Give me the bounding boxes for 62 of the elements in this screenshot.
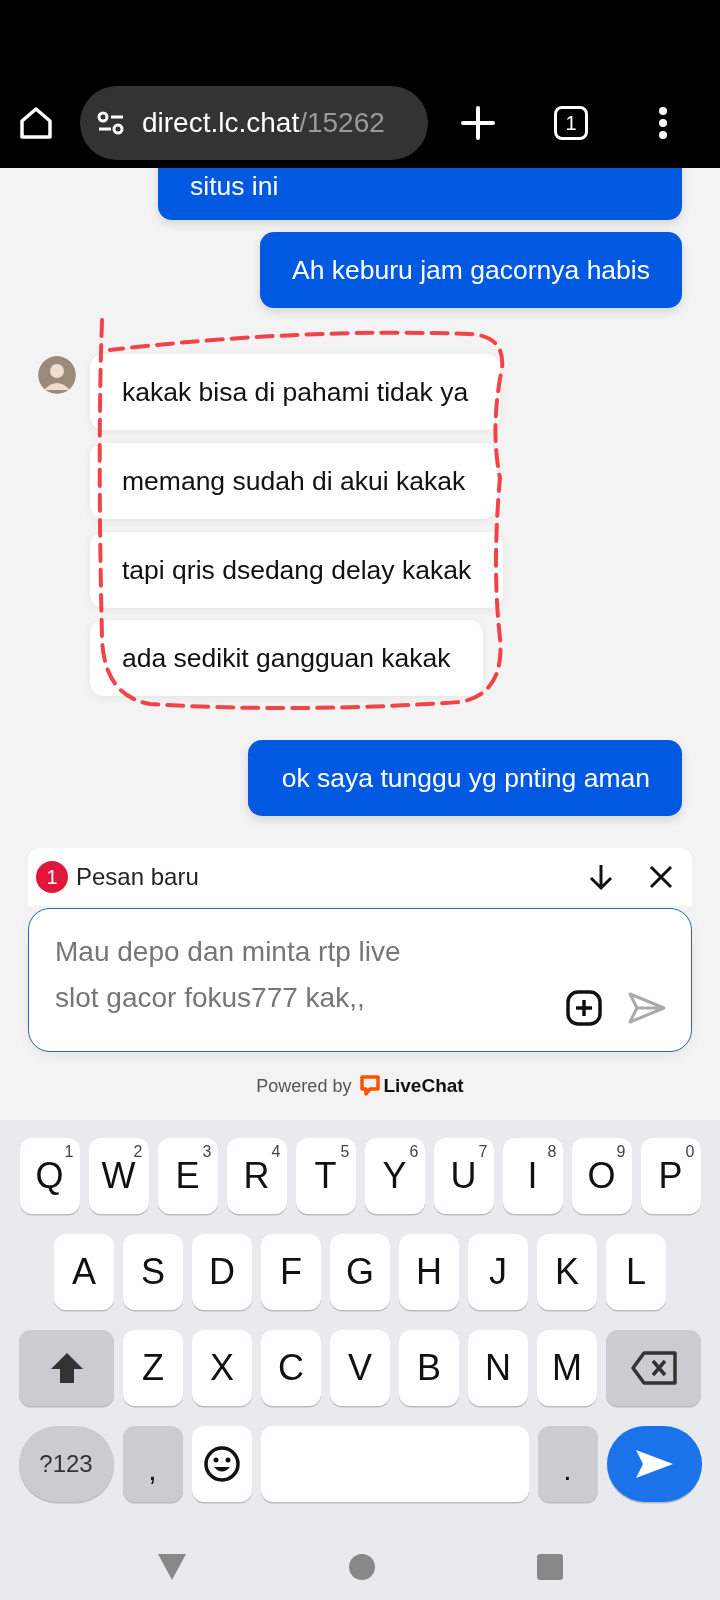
backspace-key[interactable] — [606, 1330, 701, 1406]
address-bar[interactable]: direct.lc.chat/15262 — [80, 86, 428, 160]
url-text: direct.lc.chat/15262 — [142, 106, 385, 140]
chat-bubble-logo-icon — [359, 1074, 382, 1099]
message-bubble: kakak bisa di pahami tidak ya — [90, 354, 501, 430]
message-bubble: situs ini — [158, 168, 682, 220]
shift-key[interactable] — [19, 1330, 114, 1406]
message-field[interactable]: Mau depo dan minta rtp live slot gacor fokus777 kak,, — [28, 908, 692, 1052]
backspace-icon — [629, 1350, 678, 1386]
recents-nav-icon[interactable] — [536, 1553, 564, 1581]
keyboard-key[interactable]: N — [468, 1330, 528, 1406]
brand-name[interactable]: LiveChat — [383, 1072, 464, 1101]
keyboard-key[interactable]: B — [399, 1330, 459, 1406]
keyboard-key[interactable]: K — [537, 1234, 597, 1310]
home-nav-icon[interactable] — [348, 1553, 376, 1581]
keyboard-key[interactable]: M — [537, 1330, 597, 1406]
keyboard-key[interactable]: V — [330, 1330, 390, 1406]
new-message-label: Pesan baru — [76, 862, 200, 892]
punctuation-key[interactable]: . — [537, 1426, 598, 1502]
keyboard-key[interactable]: O 9 — [571, 1138, 632, 1214]
new-message-bar[interactable]: 1 Pesan baru — [28, 848, 692, 906]
message-bubble: ok saya tunggu yg pnting aman — [247, 740, 682, 816]
emoji-key[interactable] — [191, 1426, 252, 1502]
keyboard-key[interactable]: X — [192, 1330, 252, 1406]
unread-count: 1 — [36, 861, 68, 893]
message-input[interactable]: Mau depo dan minta rtp live slot gacor fokus777 kak,, — [53, 927, 453, 1037]
keyboard-key[interactable]: I 8 — [502, 1138, 563, 1214]
add-attachment-icon[interactable] — [565, 989, 603, 1027]
keyboard-key[interactable]: P 0 — [640, 1138, 701, 1214]
keyboard-key[interactable]: Z — [123, 1330, 183, 1406]
avatar — [38, 356, 76, 394]
back-nav-icon[interactable] — [156, 1552, 188, 1582]
keyboard-key[interactable]: T 5 — [295, 1138, 356, 1214]
smiley-icon — [202, 1445, 241, 1483]
keyboard-key[interactable]: S — [123, 1234, 183, 1310]
keyboard-key[interactable]: J — [468, 1234, 528, 1310]
symbols-key[interactable]: ?123 — [18, 1426, 114, 1502]
message-bubble: Ah keburu jam gacornya habis — [260, 232, 682, 308]
send-arrow-icon — [633, 1447, 675, 1481]
tab-count-button[interactable]: 1 — [554, 106, 588, 140]
keyboard-key[interactable]: G — [330, 1234, 390, 1310]
keyboard-key[interactable]: H — [399, 1234, 459, 1310]
keyboard-key[interactable]: C — [261, 1330, 321, 1406]
keyboard-key[interactable]: Q 1 — [19, 1138, 80, 1214]
punctuation-key[interactable]: , — [122, 1426, 183, 1502]
keyboard-key[interactable]: L — [606, 1234, 666, 1310]
message-bubble: tapi qris dsedang delay kakak — [90, 532, 504, 608]
message-bubble: ada sedikit gangguan kakak — [90, 620, 483, 696]
close-icon[interactable] — [648, 864, 674, 890]
keyboard-key[interactable]: R 4 — [226, 1138, 287, 1214]
new-tab-icon[interactable] — [460, 105, 496, 141]
keyboard-key[interactable]: F — [261, 1234, 321, 1310]
message-bubble: memang sudah di akui kakak — [90, 443, 498, 519]
keyboard-key[interactable]: Y 6 — [364, 1138, 425, 1214]
keyboard-key[interactable]: W 2 — [88, 1138, 149, 1214]
keyboard-key[interactable]: D — [192, 1234, 252, 1310]
keyboard-key[interactable]: A — [54, 1234, 114, 1310]
keyboard-key[interactable]: U 7 — [433, 1138, 494, 1214]
down-arrow-icon[interactable] — [588, 863, 614, 891]
keyboard-key[interactable]: E 3 — [157, 1138, 218, 1214]
powered-by-text: Powered by — [256, 1074, 352, 1098]
menu-icon[interactable] — [658, 106, 668, 140]
